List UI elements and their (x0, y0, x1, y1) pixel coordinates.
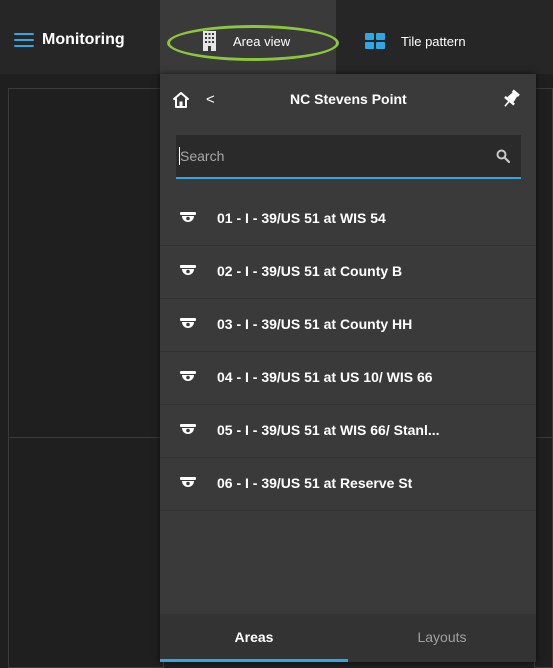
top-bar: Monitoring Area view Tile pattern (0, 0, 553, 74)
list-item-label: 05 - I - 39/US 51 at WIS 66/ Stanl... (217, 422, 440, 438)
list-item[interactable]: 01 - I - 39/US 51 at WIS 54 (160, 193, 536, 246)
menu-icon[interactable] (14, 33, 34, 47)
tab-layouts-label: Layouts (417, 629, 467, 645)
list-item-label: 04 - I - 39/US 51 at US 10/ WIS 66 (217, 369, 433, 385)
area-view-panel: < NC Stevens Point 01 - I - 39/US 51 at … (160, 74, 536, 662)
camera-icon (180, 212, 196, 222)
back-icon[interactable]: < (206, 91, 215, 108)
panel-title: NC Stevens Point (290, 91, 407, 107)
tile-pattern-icon[interactable] (365, 33, 385, 49)
view-tile-3[interactable] (534, 88, 553, 438)
pin-icon[interactable] (502, 89, 520, 109)
text-caret (179, 147, 180, 165)
monitoring-menu[interactable]: Monitoring (0, 0, 158, 74)
camera-icon (180, 477, 196, 487)
tab-areas[interactable]: Areas (160, 614, 348, 662)
camera-icon (180, 371, 196, 381)
monitoring-label: Monitoring (42, 31, 125, 48)
camera-icon (180, 424, 196, 434)
view-tile-4[interactable] (534, 437, 553, 668)
list-item[interactable]: 02 - I - 39/US 51 at County B (160, 246, 536, 299)
tab-areas-label: Areas (234, 629, 274, 645)
list-item-label: 03 - I - 39/US 51 at County HH (217, 316, 413, 332)
list-item[interactable]: 04 - I - 39/US 51 at US 10/ WIS 66 (160, 352, 536, 405)
list-item-label: 06 - I - 39/US 51 at Reserve St (217, 475, 413, 491)
list-item[interactable]: 03 - I - 39/US 51 at County HH (160, 299, 536, 352)
home-icon[interactable] (173, 92, 189, 108)
area-list: 01 - I - 39/US 51 at WIS 54 02 - I - 39/… (160, 193, 536, 511)
list-item-label: 02 - I - 39/US 51 at County B (217, 263, 403, 279)
search-icon[interactable] (496, 149, 510, 163)
view-tile-1[interactable] (8, 88, 164, 438)
list-item[interactable]: 05 - I - 39/US 51 at WIS 66/ Stanl... (160, 405, 536, 458)
panel-footer-tabs: Areas Layouts (160, 614, 536, 662)
view-tile-2[interactable] (8, 437, 164, 668)
list-item[interactable]: 06 - I - 39/US 51 at Reserve St (160, 458, 536, 511)
list-item-label: 01 - I - 39/US 51 at WIS 54 (217, 210, 386, 226)
active-tab-indicator (160, 659, 348, 662)
panel-header: < NC Stevens Point (160, 74, 536, 126)
tile-pattern-button[interactable]: Tile pattern (401, 34, 466, 49)
camera-icon (180, 318, 196, 328)
tab-layouts[interactable]: Layouts (348, 614, 536, 662)
area-view-highlight (167, 25, 339, 61)
search-field[interactable] (176, 135, 521, 179)
search-input[interactable] (180, 135, 480, 177)
camera-icon (180, 265, 196, 275)
